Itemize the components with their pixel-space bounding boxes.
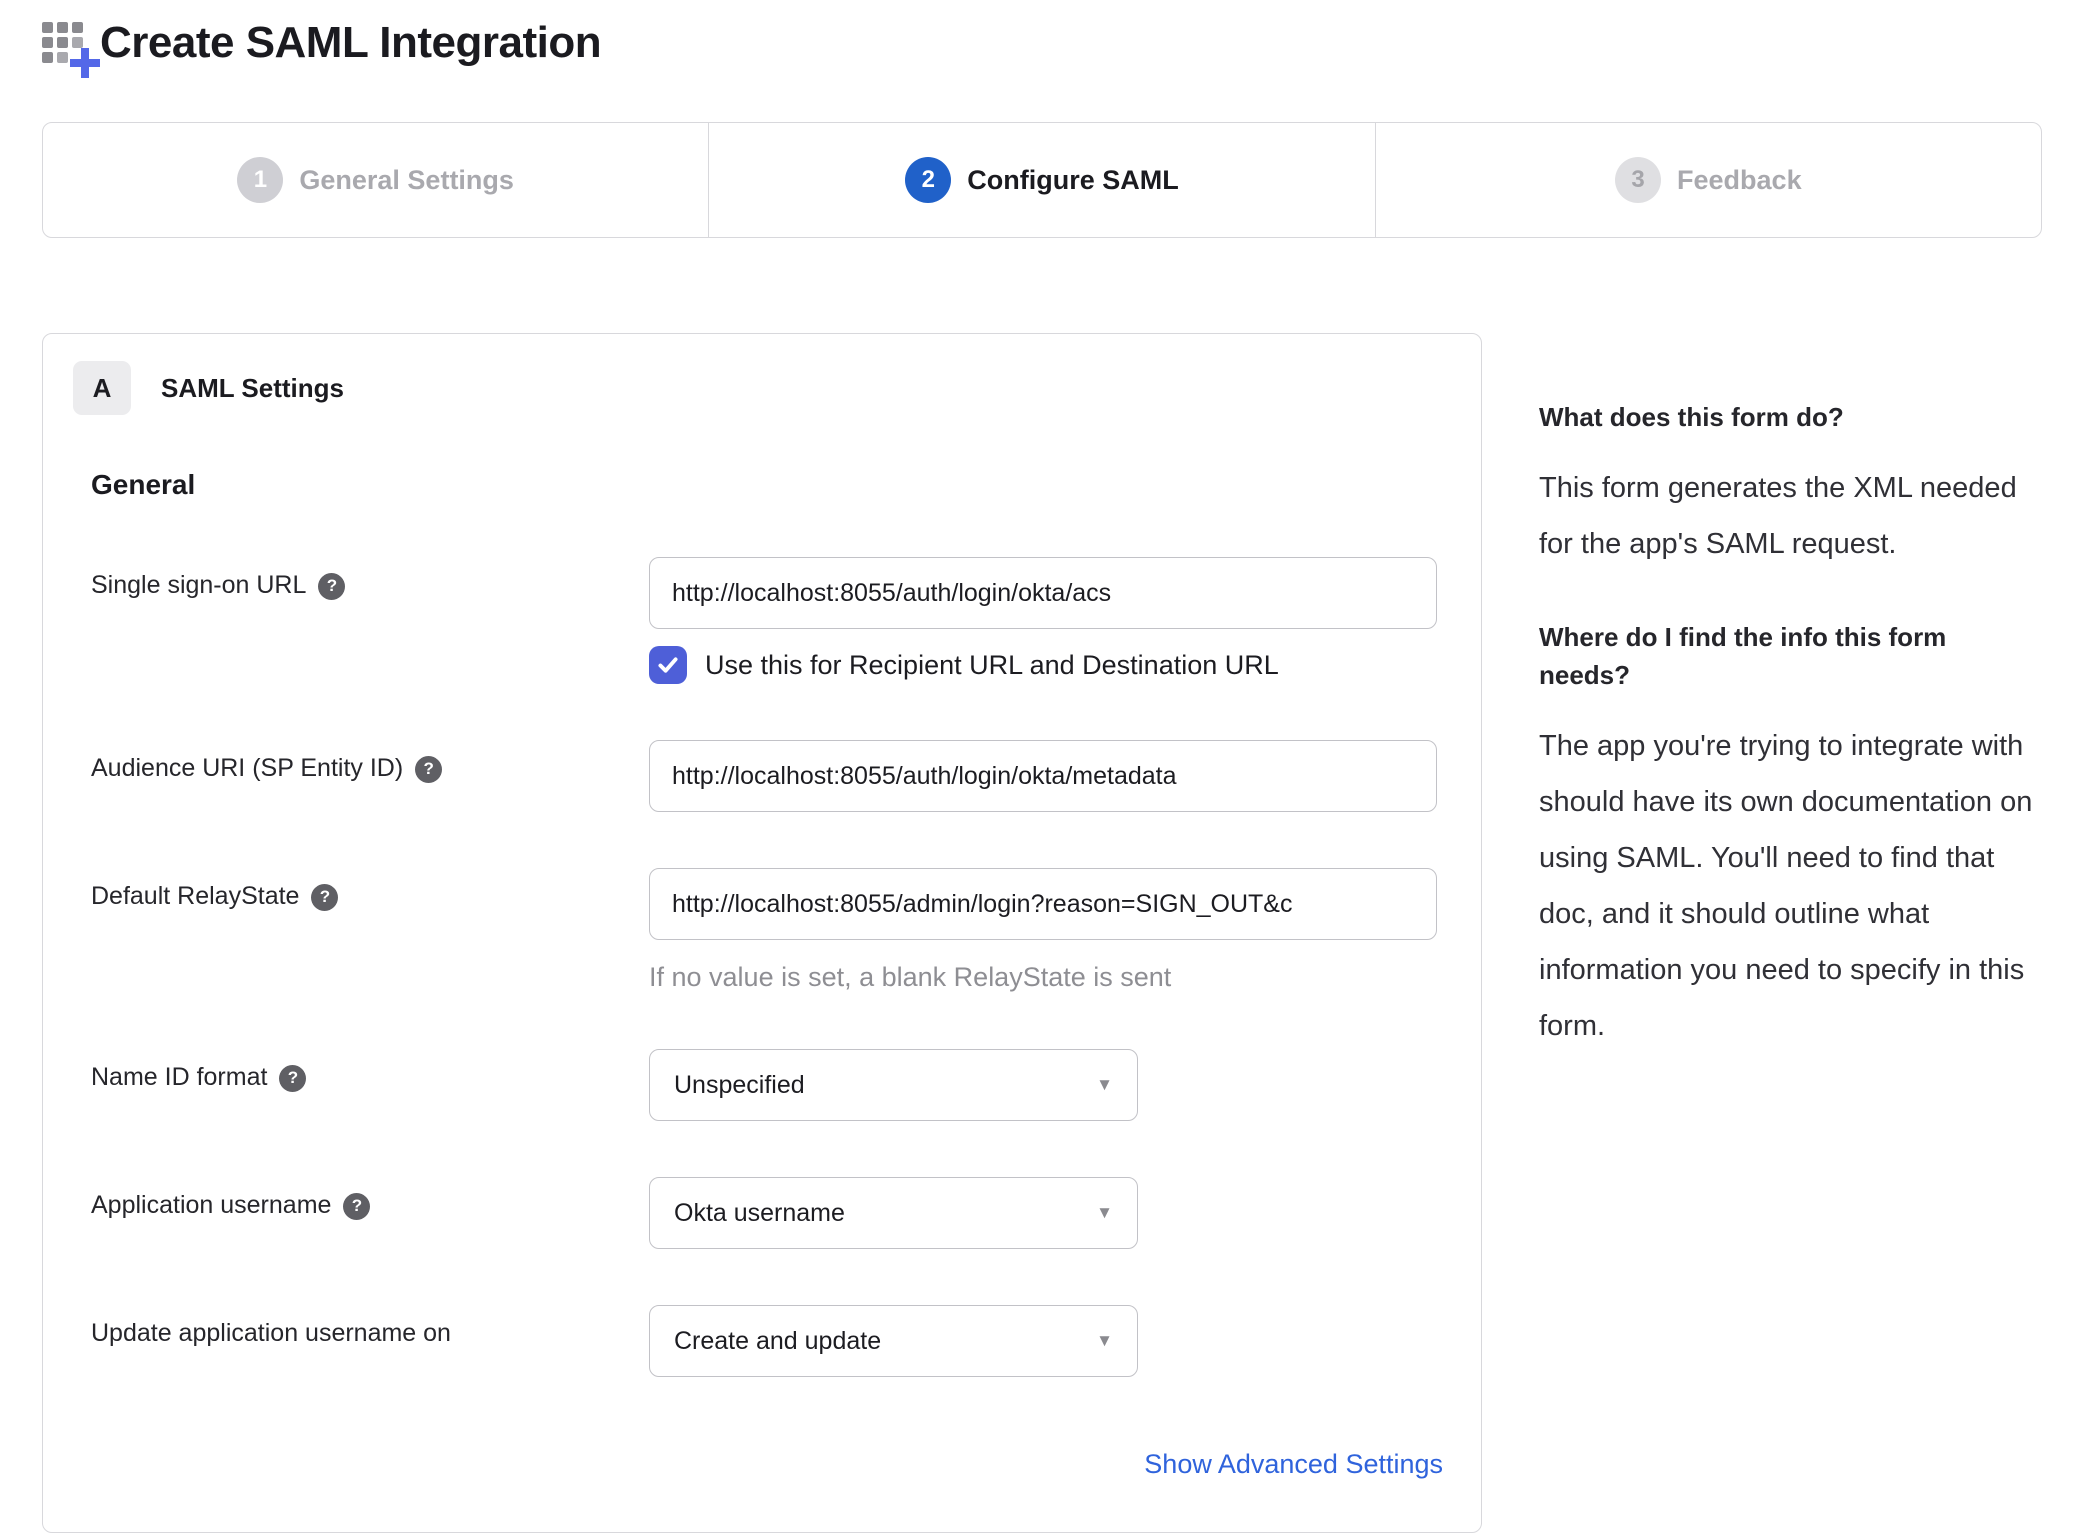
update-app-username-value: Create and update <box>674 1326 882 1355</box>
page-header: Create SAML Integration <box>42 18 602 78</box>
name-id-format-label: Name ID format <box>91 1063 268 1091</box>
form-row-relay-state: Default RelayState? If no value is set, … <box>73 868 1451 993</box>
recipient-url-checkbox-row: Use this for Recipient URL and Destinati… <box>649 646 1451 684</box>
update-app-username-select[interactable]: Create and update ▼ <box>649 1305 1138 1377</box>
step-wizard: 1 General Settings 2 Configure SAML 3 Fe… <box>42 122 2042 238</box>
chevron-down-icon: ▼ <box>1096 1203 1113 1222</box>
sso-url-input[interactable] <box>649 557 1437 629</box>
sidebar-heading-what: What does this form do? <box>1539 402 1844 432</box>
application-username-select[interactable]: Okta username ▼ <box>649 1177 1138 1249</box>
checkmark-icon <box>658 657 678 673</box>
sidebar-text-where: The app you're trying to integrate with … <box>1539 730 2033 1042</box>
wizard-step-general-settings[interactable]: 1 General Settings <box>43 123 710 237</box>
audience-uri-input[interactable] <box>649 740 1437 812</box>
help-icon[interactable]: ? <box>311 883 339 911</box>
general-group-title: General <box>91 469 196 500</box>
wizard-step-feedback[interactable]: 3 Feedback <box>1376 123 2041 237</box>
form-row-update-app-username: Update application username on Create an… <box>73 1305 1451 1377</box>
form-row-sso-url: Single sign-on URL? Use this for Recipie… <box>73 557 1451 684</box>
chevron-down-icon: ▼ <box>1096 1331 1113 1350</box>
sso-url-label: Single sign-on URL <box>91 571 307 599</box>
name-id-format-select[interactable]: Unspecified ▼ <box>649 1049 1138 1121</box>
help-sidebar: What does this form do? This form genera… <box>1539 398 2044 1100</box>
audience-uri-label: Audience URI (SP Entity ID) <box>91 754 404 782</box>
show-advanced-settings-link[interactable]: Show Advanced Settings <box>1144 1449 1443 1479</box>
help-icon[interactable]: ? <box>318 572 346 600</box>
application-username-label: Application username <box>91 1191 332 1219</box>
section-a-badge: A <box>73 361 131 415</box>
section-header: A SAML Settings <box>73 361 1451 415</box>
form-row-application-username: Application username? Okta username ▼ <box>73 1177 1451 1249</box>
form-row-audience-uri: Audience URI (SP Entity ID)? <box>73 740 1451 812</box>
step-label: General Settings <box>299 164 514 195</box>
saml-settings-panel: A SAML Settings General Single sign-on U… <box>42 333 1482 1533</box>
relay-state-hint: If no value is set, a blank RelayState i… <box>649 962 1172 992</box>
step-number-badge: 1 <box>237 157 284 203</box>
step-label: Feedback <box>1677 164 1802 195</box>
plus-icon <box>70 48 100 78</box>
chevron-down-icon: ▼ <box>1096 1075 1113 1094</box>
step-number-badge: 3 <box>1615 157 1662 203</box>
page-title: Create SAML Integration <box>100 18 602 67</box>
name-id-format-value: Unspecified <box>674 1070 805 1099</box>
step-label: Configure SAML <box>967 164 1179 195</box>
relay-state-label: Default RelayState <box>91 882 300 910</box>
form-row-name-id-format: Name ID format? Unspecified ▼ <box>73 1049 1451 1121</box>
sidebar-heading-where: Where do I find the info this form needs… <box>1539 622 1947 690</box>
help-icon[interactable]: ? <box>279 1064 307 1092</box>
relay-state-input[interactable] <box>649 868 1437 940</box>
help-icon[interactable]: ? <box>343 1192 371 1220</box>
sidebar-text-what: This form generates the XML needed for t… <box>1539 472 2017 560</box>
recipient-url-checkbox-label: Use this for Recipient URL and Destinati… <box>705 649 1279 680</box>
recipient-url-checkbox[interactable] <box>649 646 687 684</box>
update-app-username-label: Update application username on <box>91 1319 451 1347</box>
grid-plus-icon <box>42 18 100 78</box>
section-title: SAML Settings <box>161 372 344 403</box>
step-number-badge: 2 <box>905 157 952 203</box>
wizard-step-configure-saml[interactable]: 2 Configure SAML <box>709 123 1376 237</box>
application-username-value: Okta username <box>674 1198 845 1227</box>
help-icon[interactable]: ? <box>415 755 443 783</box>
